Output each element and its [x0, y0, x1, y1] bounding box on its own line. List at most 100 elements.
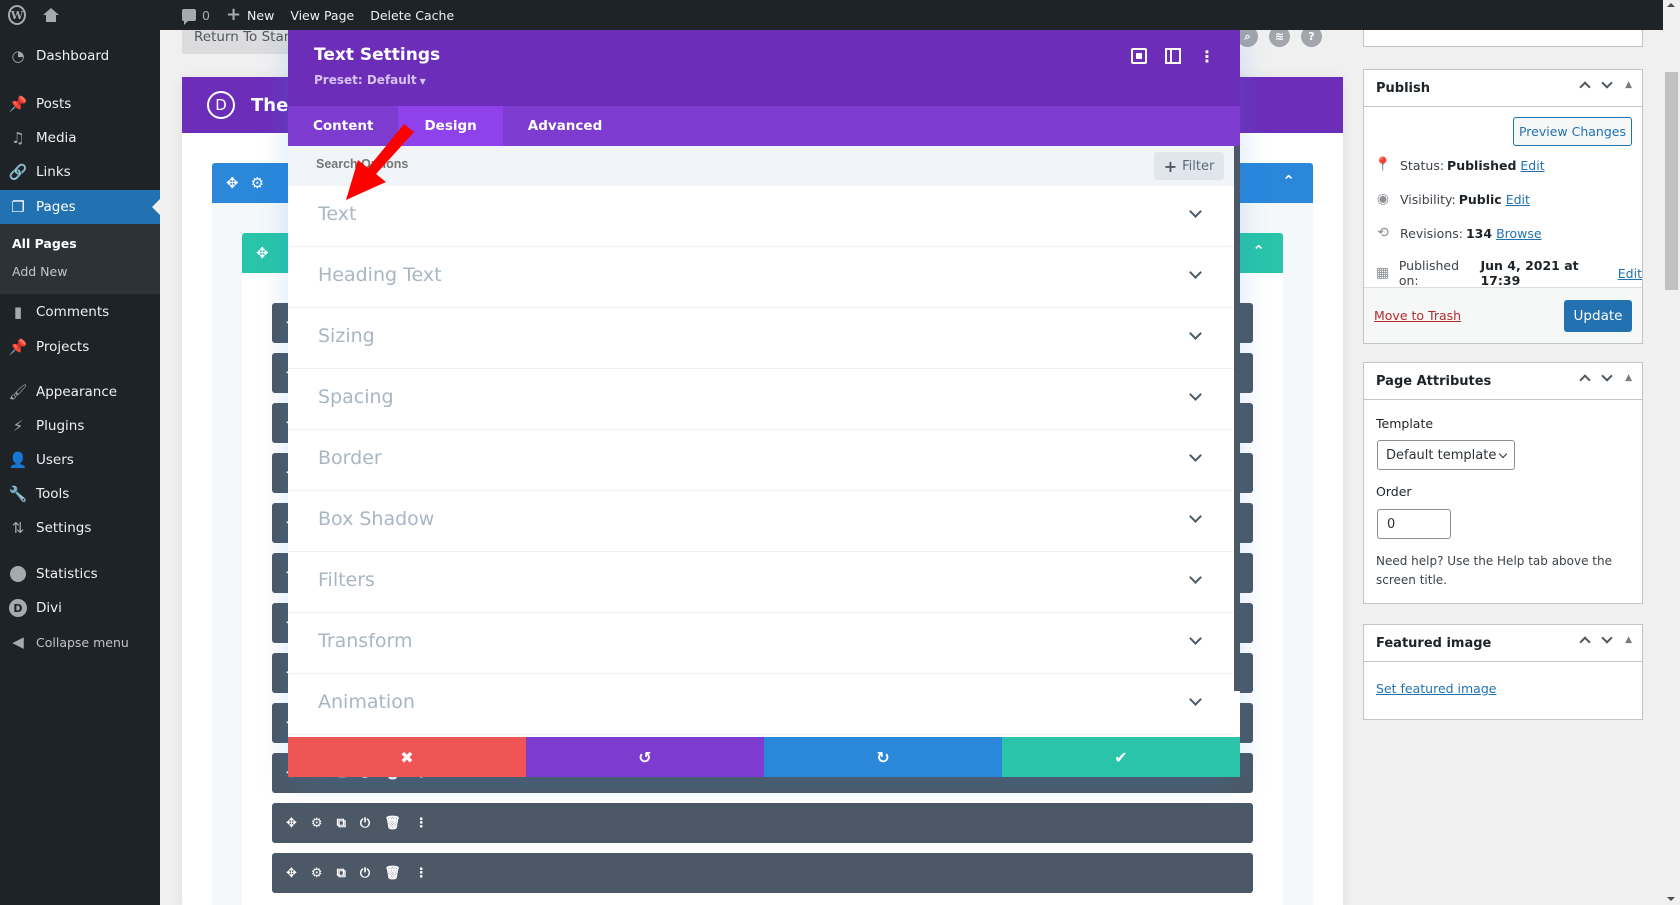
- sidebar-item-statistics[interactable]: Statistics: [0, 557, 160, 591]
- preset-dropdown[interactable]: Preset: Default ▼: [314, 73, 426, 87]
- option-group-filters[interactable]: Filters: [288, 552, 1234, 613]
- move-icon[interactable]: ✥: [286, 816, 297, 831]
- search-options-input[interactable]: [316, 157, 1016, 171]
- toggle-panel-icon[interactable]: ▲: [1625, 373, 1632, 383]
- duplicate-icon[interactable]: ⧉: [337, 866, 346, 881]
- chevron-down-icon[interactable]: [1189, 632, 1202, 645]
- move-icon[interactable]: ✥: [226, 174, 239, 192]
- more-options-icon[interactable]: ⋮: [415, 866, 428, 881]
- trash-icon[interactable]: 🗑: [384, 866, 401, 881]
- tab-advanced[interactable]: Advanced: [503, 106, 627, 146]
- chevron-down-icon[interactable]: [1189, 510, 1202, 523]
- page-scrollbar[interactable]: [1663, 0, 1680, 905]
- site-home-button[interactable]: [34, 0, 68, 30]
- discard-button[interactable]: ✖: [288, 737, 526, 777]
- chevron-down-icon[interactable]: [1189, 205, 1202, 218]
- redo-button[interactable]: ↻: [764, 737, 1002, 777]
- sidebar-item-appearance[interactable]: 🖌 Appearance: [0, 375, 160, 409]
- option-group-spacing[interactable]: Spacing: [288, 369, 1234, 430]
- sidebar-item-dashboard[interactable]: ◔ Dashboard: [0, 39, 160, 73]
- collapse-up-icon[interactable]: ⌃: [1252, 242, 1265, 260]
- move-to-trash-link[interactable]: Move to Trash: [1374, 308, 1461, 323]
- scrollbar-thumb[interactable]: [1665, 72, 1678, 290]
- preview-changes-button[interactable]: Preview Changes: [1513, 117, 1632, 146]
- chevron-down-icon[interactable]: [1189, 571, 1202, 584]
- order-input[interactable]: [1377, 509, 1451, 539]
- sidebar-item-tools[interactable]: 🔧 Tools: [0, 477, 160, 511]
- sidebar-item-posts[interactable]: 📌 Posts: [0, 87, 160, 121]
- option-group-animation[interactable]: Animation: [288, 674, 1234, 735]
- sidebar-item-divi[interactable]: D Divi: [0, 591, 160, 625]
- comments-button[interactable]: 0: [174, 0, 218, 30]
- template-select[interactable]: Default template: [1377, 440, 1515, 470]
- history-icon: ⟲: [1377, 225, 1389, 241]
- filter-button[interactable]: + Filter: [1154, 152, 1224, 180]
- more-options-icon[interactable]: ⋮: [1199, 47, 1215, 66]
- move-icon[interactable]: ✥: [256, 244, 269, 262]
- chevron-down-icon[interactable]: [1189, 266, 1202, 279]
- gear-icon[interactable]: ⚙: [251, 174, 264, 192]
- toggle-panel-icon[interactable]: ▲: [1625, 80, 1632, 90]
- option-group-text[interactable]: Text: [288, 186, 1234, 247]
- collapse-up-icon[interactable]: ⌃: [1282, 172, 1295, 190]
- move-icon[interactable]: ✥: [286, 866, 297, 881]
- set-featured-image-link[interactable]: Set featured image: [1376, 681, 1496, 696]
- toggle-panel-icon[interactable]: ▲: [1625, 635, 1632, 645]
- option-group-box-shadow[interactable]: Box Shadow: [288, 491, 1234, 552]
- edit-visibility-link[interactable]: Edit: [1506, 192, 1530, 207]
- edit-status-link[interactable]: Edit: [1520, 158, 1544, 173]
- scroll-up-icon[interactable]: [1667, 3, 1675, 7]
- sidebar-item-links[interactable]: 🔗 Links: [0, 155, 160, 189]
- modal-scrollbar[interactable]: [1234, 146, 1240, 691]
- option-group-sizing[interactable]: Sizing: [288, 308, 1234, 369]
- chevron-down-icon[interactable]: [1189, 693, 1202, 706]
- view-page-label: View Page: [290, 7, 355, 23]
- option-group-border[interactable]: Border: [288, 430, 1234, 491]
- collapse-menu-button[interactable]: ◀ Collapse menu: [0, 625, 160, 659]
- template-label: Template: [1376, 416, 1434, 431]
- fullscreen-icon[interactable]: [1131, 48, 1147, 64]
- wordpress-logo-button[interactable]: W: [0, 0, 34, 30]
- move-up-icon[interactable]: [1579, 636, 1591, 648]
- view-page-link[interactable]: View Page: [282, 0, 362, 30]
- move-up-icon[interactable]: [1579, 81, 1591, 93]
- chevron-down-icon[interactable]: [1189, 388, 1202, 401]
- move-down-icon[interactable]: [1601, 370, 1613, 382]
- sidebar-item-media[interactable]: ♫ Media: [0, 121, 160, 155]
- move-up-icon[interactable]: [1579, 374, 1591, 386]
- option-group-transform[interactable]: Transform: [288, 613, 1234, 674]
- duplicate-icon[interactable]: ⧉: [337, 816, 346, 831]
- submenu-all-pages[interactable]: All Pages: [12, 236, 77, 251]
- browse-revisions-link[interactable]: Browse: [1496, 226, 1542, 241]
- move-down-icon[interactable]: [1601, 632, 1613, 644]
- sidebar-item-pages[interactable]: ❐ Pages: [0, 190, 160, 224]
- submenu-add-new[interactable]: Add New: [12, 264, 67, 279]
- chevron-down-icon[interactable]: [1189, 327, 1202, 340]
- option-group-heading-text[interactable]: Heading Text: [288, 247, 1234, 308]
- tab-design[interactable]: Design: [398, 106, 503, 146]
- sidebar-item-plugins[interactable]: ⚡ Plugins: [0, 409, 160, 443]
- scroll-down-icon[interactable]: [1667, 897, 1675, 901]
- power-icon[interactable]: ⏻: [360, 816, 370, 831]
- delete-cache-link[interactable]: Delete Cache: [362, 0, 462, 30]
- edit-date-link[interactable]: Edit: [1618, 266, 1642, 281]
- tab-content[interactable]: Content: [288, 106, 398, 146]
- split-view-icon[interactable]: [1165, 48, 1181, 64]
- save-button[interactable]: ✔: [1002, 737, 1240, 777]
- chevron-down-icon[interactable]: [1189, 449, 1202, 462]
- sidebar-item-comments[interactable]: ▮ Comments: [0, 295, 160, 329]
- sidebar-item-settings[interactable]: ⇅ Settings: [0, 511, 160, 545]
- power-icon[interactable]: ⏻: [360, 866, 370, 881]
- gear-icon[interactable]: ⚙: [311, 816, 323, 831]
- sidebar-item-projects[interactable]: 📌 Projects: [0, 330, 160, 364]
- wrench-icon: 🔧: [8, 485, 28, 503]
- gear-icon[interactable]: ⚙: [311, 866, 323, 881]
- undo-button[interactable]: ↺: [526, 737, 764, 777]
- new-content-button[interactable]: + New: [218, 0, 282, 30]
- update-button[interactable]: Update: [1564, 300, 1632, 332]
- sidebar-item-users[interactable]: 👤 Users: [0, 443, 160, 477]
- more-options-icon[interactable]: ⋮: [415, 816, 428, 831]
- new-label: New: [247, 7, 275, 23]
- trash-icon[interactable]: 🗑: [384, 816, 401, 831]
- move-down-icon[interactable]: [1601, 77, 1613, 89]
